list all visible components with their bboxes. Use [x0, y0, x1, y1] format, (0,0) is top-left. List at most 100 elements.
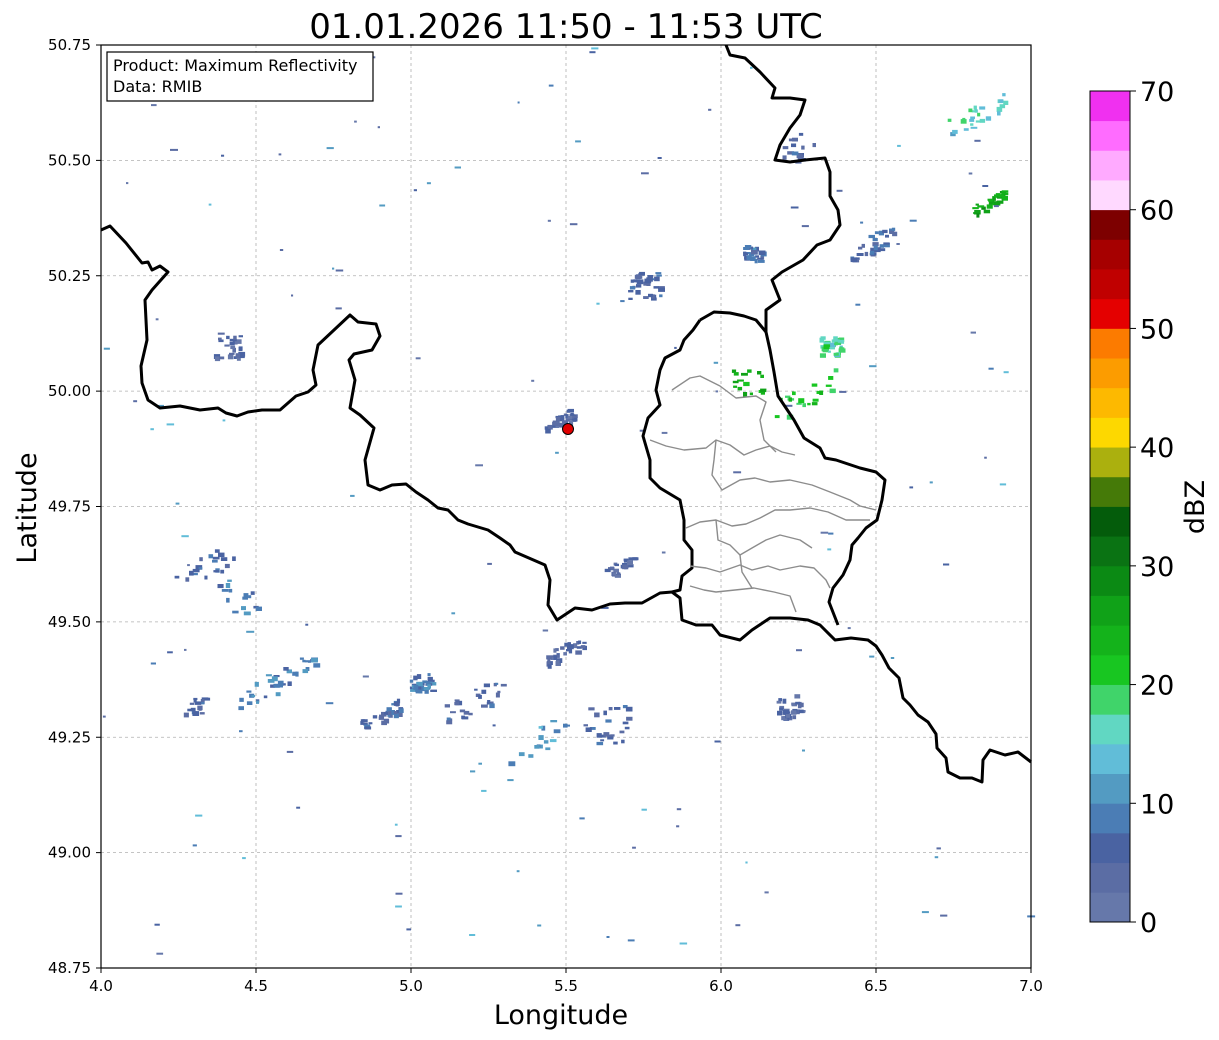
echo-cell — [553, 655, 558, 660]
echo-cell — [782, 155, 787, 160]
echo-speckle — [487, 562, 492, 565]
echo-speckle — [993, 205, 999, 208]
colorbar-swatch — [1090, 91, 1130, 122]
echo-speckle — [332, 267, 335, 270]
echo-cell — [972, 207, 979, 210]
echo-cell — [553, 648, 557, 653]
echo-cell — [189, 702, 195, 705]
x-tick-label: 5.0 — [399, 977, 423, 995]
colorbar-swatch — [1090, 743, 1130, 775]
echo-cell — [547, 664, 552, 669]
echo-cell — [782, 698, 787, 704]
colorbar-swatch — [1090, 803, 1130, 834]
echo-cell — [1002, 93, 1006, 97]
echo-speckle — [151, 104, 157, 107]
echo-cell — [199, 712, 205, 715]
colorbar-swatch — [1090, 892, 1130, 923]
echo-cell — [214, 549, 220, 553]
x-tick-label: 6.0 — [709, 977, 733, 995]
echo-speckle — [860, 221, 864, 224]
echo-cell — [733, 385, 738, 388]
echo-cell — [659, 294, 663, 298]
echo-cell — [782, 709, 790, 715]
x-tick-label: 6.5 — [864, 977, 888, 995]
echo-cell — [798, 132, 804, 136]
echo-cell — [255, 606, 262, 611]
echo-speckle — [395, 835, 402, 838]
echo-cell — [829, 388, 836, 394]
echo-cell — [872, 238, 878, 242]
echo-speckle — [575, 140, 581, 143]
x-tick-label: 7.0 — [1019, 977, 1043, 995]
echo-cell — [856, 253, 864, 256]
echo-cell — [393, 711, 397, 714]
echo-cell — [622, 721, 629, 725]
echo-cell — [976, 213, 980, 218]
echo-speckle — [802, 749, 805, 752]
echo-cell — [204, 697, 211, 701]
colorbar-swatches — [1090, 91, 1130, 923]
colorbar-tick-label: 70 — [1140, 77, 1174, 108]
echo-speckle — [492, 724, 496, 727]
echo-cell — [250, 591, 255, 595]
echo-cell — [481, 704, 488, 708]
colorbar-label: dBZ — [1180, 480, 1211, 534]
echo-cell — [218, 356, 225, 360]
echo-cell — [828, 376, 834, 380]
echo-cell — [823, 344, 831, 350]
echo-cell — [819, 390, 824, 395]
echo-speckle — [676, 808, 682, 811]
echo-cell — [547, 658, 551, 664]
echo-cell — [833, 352, 839, 356]
echo-cell — [833, 336, 838, 341]
echo-cell — [229, 352, 235, 355]
echo-speckle — [839, 390, 847, 393]
echo-cell — [829, 347, 835, 350]
echo-cell — [757, 257, 763, 260]
colorbar-swatch — [1090, 328, 1130, 359]
echo-cell — [960, 119, 967, 124]
echo-speckle — [632, 846, 636, 849]
echo-cell — [732, 380, 739, 384]
echo-cell — [614, 707, 621, 710]
echo-cell — [628, 557, 634, 561]
echo-speckle — [413, 189, 417, 192]
echo-cell — [575, 650, 582, 655]
echo-cell — [868, 234, 875, 239]
echo-speckle — [454, 166, 461, 169]
echo-speckle — [869, 365, 877, 368]
echo-cell — [265, 674, 272, 677]
echo-speckle — [469, 934, 476, 936]
echo-cell — [185, 577, 190, 582]
echo-cell — [423, 687, 430, 691]
echo-speckle — [890, 657, 895, 659]
echo-speckle — [150, 428, 154, 431]
echo-cell — [801, 145, 805, 150]
colorbar-tick-label: 10 — [1140, 789, 1174, 820]
echo-cell — [864, 251, 869, 257]
echo-cell — [560, 646, 565, 650]
echo-cell — [744, 245, 752, 249]
echo-cell — [970, 126, 978, 129]
echo-cell — [968, 108, 973, 113]
echo-speckle — [451, 612, 456, 615]
echo-speckle — [790, 206, 799, 209]
echo-speckle — [548, 84, 554, 87]
echo-cell — [757, 259, 765, 263]
echo-cell — [580, 645, 586, 649]
echo-cell — [889, 230, 895, 234]
echo-cell — [220, 557, 228, 561]
echo-cell — [241, 606, 246, 611]
echo-speckle — [596, 302, 600, 305]
echo-cell — [811, 383, 818, 387]
echo-cell — [528, 754, 534, 758]
echo-cell — [251, 695, 256, 698]
echo-cell — [192, 711, 200, 716]
y-tick-label: 49.25 — [48, 728, 91, 746]
echo-speckle — [291, 294, 294, 297]
echo-cell — [474, 688, 478, 691]
echo-speckle — [395, 905, 402, 908]
echo-cell — [427, 673, 431, 677]
echo-cell — [776, 700, 782, 704]
echo-speckle — [426, 182, 431, 185]
